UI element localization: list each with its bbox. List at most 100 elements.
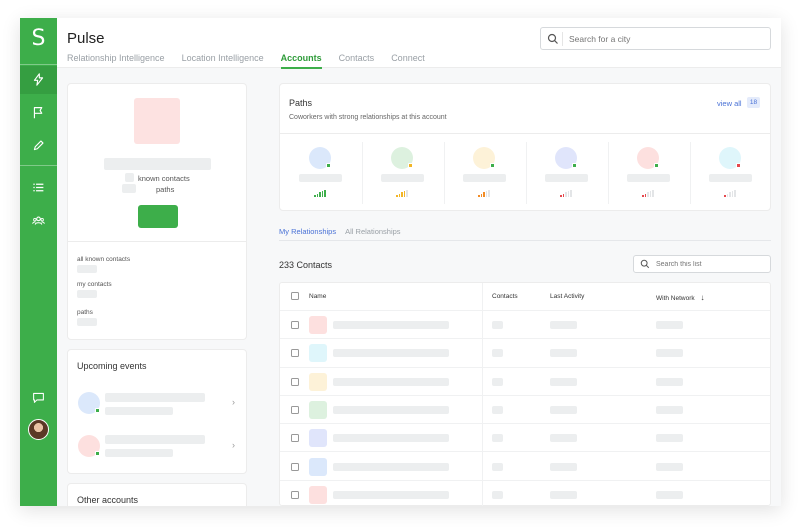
path-person[interactable] <box>444 134 526 211</box>
list-search[interactable] <box>633 255 771 273</box>
tabs-underline <box>279 240 771 241</box>
view-all-link[interactable]: view all <box>717 99 742 108</box>
app-window: S Pulse Relationship Intelligence Locati… <box>20 18 781 506</box>
row-checkbox[interactable] <box>291 434 299 443</box>
flag-icon[interactable] <box>30 104 47 121</box>
person-status-badge <box>572 163 577 168</box>
contact-avatar <box>309 400 327 419</box>
stat-value-placeholder <box>77 318 97 326</box>
signal-strength-icon <box>642 189 654 197</box>
column-header-contacts[interactable]: Contacts <box>492 293 518 300</box>
signal-strength-icon <box>314 189 326 197</box>
person-status-badge <box>736 163 741 168</box>
relationship-tabs: My Relationships All Relationships <box>279 227 401 241</box>
paths-count-badge: 18 <box>747 97 760 108</box>
upcoming-events-card: Upcoming events › › <box>67 349 247 474</box>
chevron-right-icon: › <box>232 397 235 407</box>
contact-avatar <box>309 429 327 448</box>
row-checkbox[interactable] <box>291 490 299 499</box>
column-header-last-activity[interactable]: Last Activity <box>550 293 584 300</box>
sidebar-divider <box>20 64 57 65</box>
lightning-icon[interactable] <box>30 71 47 88</box>
card-divider <box>68 241 246 242</box>
last-activity-placeholder <box>550 405 577 414</box>
signal-strength-icon <box>396 189 408 197</box>
account-action-button[interactable] <box>138 205 178 228</box>
path-person[interactable] <box>690 134 772 211</box>
row-checkbox[interactable] <box>291 405 299 414</box>
person-status-badge <box>408 163 413 168</box>
table-row[interactable] <box>280 311 770 340</box>
signal-strength-icon <box>560 189 572 197</box>
with-network-placeholder <box>656 321 683 329</box>
with-network-placeholder <box>656 377 683 386</box>
table-row[interactable] <box>280 424 770 453</box>
paths-title: Paths <box>289 98 313 108</box>
row-checkbox[interactable] <box>291 321 299 329</box>
account-logo <box>134 98 180 144</box>
event-subtitle-placeholder <box>105 449 173 457</box>
last-activity-placeholder <box>550 377 577 386</box>
tab-accounts[interactable]: Accounts <box>280 53 322 69</box>
with-network-placeholder <box>656 405 683 414</box>
city-search-input[interactable] <box>569 31 759 47</box>
stat-value-placeholder <box>77 265 97 273</box>
column-divider <box>526 142 527 204</box>
team-icon[interactable] <box>30 212 47 229</box>
paths-label: paths <box>156 185 175 194</box>
table-row[interactable] <box>280 368 770 396</box>
other-accounts-card: Other accounts <box>67 483 247 506</box>
contact-name-placeholder <box>333 377 449 386</box>
list-search-input[interactable] <box>656 259 766 270</box>
app-logo-icon[interactable]: S <box>28 28 49 50</box>
column-header-with-network[interactable]: With Network ↓ <box>656 293 704 302</box>
chat-icon[interactable] <box>30 389 47 406</box>
person-name-placeholder <box>545 174 588 182</box>
row-checkbox[interactable] <box>291 377 299 386</box>
page-title: Pulse <box>67 30 105 47</box>
nav-tabs: Relationship Intelligence Location Intel… <box>67 53 425 69</box>
account-name-placeholder <box>104 158 211 170</box>
tab-all-relationships[interactable]: All Relationships <box>345 227 400 241</box>
tab-location-intelligence[interactable]: Location Intelligence <box>182 53 264 69</box>
event-title-placeholder <box>105 393 205 402</box>
account-card: known contacts paths all known contacts … <box>67 83 247 340</box>
row-checkbox[interactable] <box>291 462 299 471</box>
tab-my-relationships[interactable]: My Relationships <box>279 227 337 241</box>
path-person[interactable] <box>608 134 690 211</box>
path-person[interactable] <box>362 134 444 211</box>
tab-connect[interactable]: Connect <box>391 53 425 69</box>
last-activity-placeholder <box>550 462 577 471</box>
contacts-value-placeholder <box>492 321 503 329</box>
city-search[interactable] <box>540 27 771 50</box>
table-row[interactable] <box>280 481 770 506</box>
sidebar-divider <box>20 165 57 166</box>
column-divider <box>444 142 445 204</box>
row-checkbox[interactable] <box>291 349 299 358</box>
last-activity-placeholder <box>550 434 577 443</box>
path-person[interactable] <box>526 134 608 211</box>
contact-avatar <box>309 344 327 363</box>
known-contacts-label: known contacts <box>138 174 190 183</box>
list-icon[interactable] <box>30 179 47 196</box>
table-row[interactable] <box>280 453 770 481</box>
table-row[interactable] <box>280 396 770 425</box>
tab-relationship-intelligence[interactable]: Relationship Intelligence <box>67 53 165 69</box>
person-status-badge <box>654 163 659 168</box>
select-all-checkbox[interactable] <box>291 292 299 300</box>
path-person[interactable] <box>280 134 362 211</box>
signal-strength-icon <box>724 189 736 197</box>
contact-name-placeholder <box>333 349 449 358</box>
contact-name-placeholder <box>333 321 449 329</box>
with-network-placeholder <box>656 434 683 443</box>
pencil-icon[interactable] <box>30 137 47 154</box>
search-icon <box>547 33 558 44</box>
stat-label-all-known-contacts: all known contacts <box>77 256 131 263</box>
user-avatar[interactable] <box>28 419 49 440</box>
contacts-value-placeholder <box>492 434 503 443</box>
column-header-name[interactable]: Name <box>309 293 326 300</box>
with-network-placeholder <box>656 349 683 358</box>
stat-label-paths: paths <box>77 309 93 316</box>
table-row[interactable] <box>280 339 770 368</box>
tab-contacts[interactable]: Contacts <box>339 53 375 69</box>
